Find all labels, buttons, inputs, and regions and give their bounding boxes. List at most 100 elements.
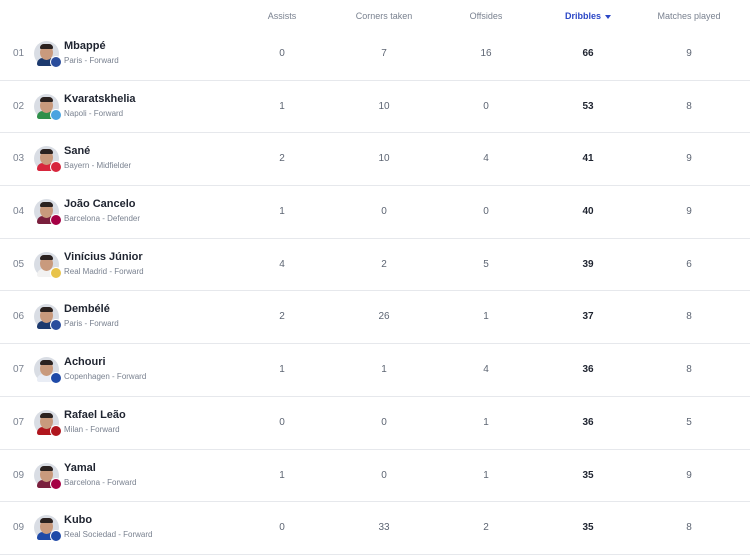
player-avatar[interactable] <box>34 146 62 174</box>
avatar-hair <box>40 44 53 49</box>
player-avatar[interactable] <box>34 304 62 332</box>
corners-value: 0 <box>381 206 387 218</box>
player-avatar[interactable] <box>34 199 62 227</box>
matches-value: 8 <box>686 311 692 323</box>
player-club-position: Milan - Forward <box>64 424 120 434</box>
matches-value: 9 <box>686 206 692 218</box>
corners-value: 10 <box>378 100 390 112</box>
offsides-value: 2 <box>483 522 489 534</box>
player-club-position: Napoli - Forward <box>64 108 124 118</box>
assists-value: 1 <box>279 206 285 218</box>
club-badge-icon <box>50 266 62 279</box>
dribbles-value: 36 <box>582 364 594 376</box>
player-name[interactable]: Yamal <box>64 462 96 474</box>
header-assists[interactable]: Assists <box>227 11 337 21</box>
player-avatar[interactable] <box>34 357 62 385</box>
rank: 07 <box>13 364 25 376</box>
avatar-hair <box>40 412 53 418</box>
rank: 04 <box>13 206 25 218</box>
avatar-hair <box>40 307 53 313</box>
header-matches-played[interactable]: Matches played <box>634 11 744 21</box>
avatar-hair <box>40 202 53 208</box>
player-club-position: Paris - Forward <box>64 56 119 65</box>
player-avatar[interactable] <box>34 41 62 68</box>
assists-value: 0 <box>279 48 285 59</box>
club-badge-icon <box>50 530 62 543</box>
rank: 06 <box>13 311 25 323</box>
offsides-value: 5 <box>483 258 489 270</box>
player-club-position: Real Madrid - Forward <box>64 266 144 276</box>
header-dribbles[interactable]: Dribbles <box>533 11 643 21</box>
player-avatar[interactable] <box>34 93 62 121</box>
club-badge-icon <box>50 56 62 68</box>
offsides-value: 16 <box>480 48 492 59</box>
player-club-position: Real Sociedad - Forward <box>64 530 153 540</box>
table-row[interactable]: 02 Kvaratskhelia Napoli - Forward 1 10 0 53 8 <box>0 81 750 134</box>
table-header: Assists Corners taken Offsides Dribbles … <box>0 0 750 28</box>
dribbles-value: 66 <box>582 48 594 59</box>
table-row[interactable]: 07 Achouri Copenhagen - Forward 1 1 4 36 8 <box>0 344 750 397</box>
matches-value: 5 <box>686 416 692 428</box>
table-row[interactable]: 06 Dembélé Paris - Forward 2 26 1 37 8 <box>0 291 750 345</box>
table-row[interactable]: 04 João Cancelo Barcelona - Defender 1 0 0 40 9 <box>0 186 750 239</box>
table-row[interactable]: 05 Vinícius Júnior Real Madrid - Forward 4 2… <box>0 239 750 292</box>
table-row[interactable]: 09 Yamal Barcelona - Forward 1 0 1 35 9 <box>0 450 750 503</box>
rank: 03 <box>13 153 25 165</box>
player-avatar[interactable] <box>34 515 62 543</box>
dribbles-value: 36 <box>582 416 594 428</box>
club-badge-icon <box>50 161 62 174</box>
player-name[interactable]: Rafael Leão <box>64 409 126 421</box>
matches-value: 8 <box>686 100 692 112</box>
matches-value: 9 <box>686 469 692 481</box>
player-name[interactable]: João Cancelo <box>64 198 136 210</box>
assists-value: 0 <box>279 416 285 428</box>
header-label: Dribbles <box>564 11 601 21</box>
player-name[interactable]: Dembélé <box>64 303 110 315</box>
club-badge-icon <box>50 477 62 490</box>
rank: 01 <box>13 48 25 59</box>
player-name[interactable]: Achouri <box>64 356 106 368</box>
corners-value: 2 <box>381 258 387 270</box>
assists-value: 1 <box>279 469 285 481</box>
header-corners-taken[interactable]: Corners taken <box>329 11 439 21</box>
corners-value: 33 <box>378 522 390 534</box>
player-avatar[interactable] <box>34 409 62 437</box>
player-name[interactable]: Kubo <box>64 514 92 526</box>
player-name[interactable]: Sané <box>64 145 90 157</box>
assists-value: 1 <box>279 364 285 376</box>
club-badge-icon <box>50 372 62 385</box>
offsides-value: 4 <box>483 153 489 165</box>
corners-value: 26 <box>378 311 390 323</box>
club-badge-icon <box>50 108 62 121</box>
table-row[interactable]: 01 Mbappé Paris - Forward 0 7 16 66 9 <box>0 28 750 81</box>
assists-value: 4 <box>279 258 285 270</box>
offsides-value: 4 <box>483 364 489 376</box>
header-offsides[interactable]: Offsides <box>431 11 541 21</box>
player-club-position: Paris - Forward <box>64 319 119 329</box>
club-badge-icon <box>50 319 62 332</box>
table-body: 01 Mbappé Paris - Forward 0 7 16 66 9 02 Kvaratsk… <box>0 28 750 555</box>
header-label: Offsides <box>469 11 503 21</box>
table-row[interactable]: 07 Rafael Leão Milan - Forward 0 0 1 36 5 <box>0 397 750 450</box>
player-name[interactable]: Kvaratskhelia <box>64 93 136 105</box>
dribbles-value: 40 <box>582 206 594 218</box>
player-club-position: Barcelona - Defender <box>64 214 141 224</box>
matches-value: 9 <box>686 153 692 165</box>
offsides-value: 1 <box>483 416 489 428</box>
assists-value: 2 <box>279 311 285 323</box>
dribbles-value: 41 <box>582 153 594 165</box>
assists-value: 2 <box>279 153 285 165</box>
corners-value: 1 <box>381 364 387 376</box>
table-row[interactable]: 03 Sané Bayern - Midfielder 2 10 4 41 9 <box>0 133 750 187</box>
player-name[interactable]: Vinícius Júnior <box>64 251 143 263</box>
assists-value: 1 <box>279 100 285 112</box>
player-avatar[interactable] <box>34 462 62 490</box>
club-badge-icon <box>50 424 62 437</box>
player-avatar[interactable] <box>34 251 62 279</box>
avatar-hair <box>40 518 53 524</box>
rank: 09 <box>13 469 25 481</box>
avatar-hair <box>40 360 53 366</box>
table-row[interactable]: 09 Kubo Real Sociedad - Forward 0 33 2 35 8 <box>0 502 750 555</box>
player-name[interactable]: Mbappé <box>64 40 106 52</box>
offsides-value: 0 <box>483 100 489 112</box>
